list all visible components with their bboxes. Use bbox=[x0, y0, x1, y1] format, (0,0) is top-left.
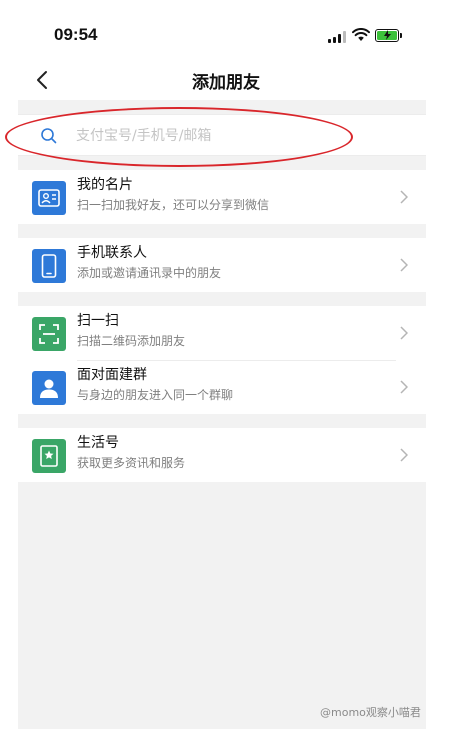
item-subtitle: 扫描二维码添加朋友 bbox=[77, 334, 186, 348]
group-my-card: 我的名片 扫一扫加我好友，还可以分享到微信 bbox=[18, 170, 426, 224]
item-title: 扫一扫 bbox=[77, 313, 119, 329]
group-phone-contacts: 手机联系人 添加或邀请通讯录中的朋友 bbox=[18, 238, 426, 292]
chevron-right-icon bbox=[400, 326, 408, 340]
phone-icon bbox=[32, 249, 66, 283]
screen: 09:54 添加朋友 支付宝号/手机号/邮箱 我的名片 扫一扫加我好友，还可以分… bbox=[0, 0, 452, 729]
bookmark-star-icon bbox=[32, 439, 66, 473]
chevron-right-icon bbox=[400, 258, 408, 272]
group-life-account: 生活号 获取更多资讯和服务 bbox=[18, 428, 426, 482]
status-bar: 09:54 bbox=[0, 0, 452, 60]
group-scan-and-face: 扫一扫 扫描二维码添加朋友 面对面建群 与身边的朋友进入同一个群聊 bbox=[18, 306, 426, 414]
page-title: 添加朋友 bbox=[192, 73, 260, 93]
navigation-bar: 添加朋友 bbox=[0, 60, 452, 100]
item-title: 面对面建群 bbox=[77, 367, 147, 383]
item-subtitle: 获取更多资讯和服务 bbox=[77, 456, 186, 470]
wifi-icon bbox=[352, 28, 370, 41]
list-item-life-account[interactable]: 生活号 获取更多资讯和服务 bbox=[18, 428, 426, 482]
watermark: @momo观察小喵君 bbox=[320, 706, 421, 719]
item-title: 我的名片 bbox=[77, 177, 133, 193]
list-item-my-card[interactable]: 我的名片 扫一扫加我好友，还可以分享到微信 bbox=[18, 170, 426, 224]
business-card-icon bbox=[32, 181, 66, 215]
person-icon bbox=[32, 371, 66, 405]
list-item-face-to-face-group[interactable]: 面对面建群 与身边的朋友进入同一个群聊 bbox=[18, 360, 426, 414]
chevron-right-icon bbox=[400, 190, 408, 204]
cellular-signal-icon bbox=[328, 31, 346, 43]
item-title: 手机联系人 bbox=[77, 245, 147, 261]
search-icon bbox=[41, 128, 57, 144]
search-input[interactable] bbox=[76, 123, 396, 149]
content-area: 我的名片 扫一扫加我好友，还可以分享到微信 手机联系人 bbox=[5, 100, 426, 729]
item-title: 生活号 bbox=[77, 435, 119, 451]
chevron-right-icon bbox=[400, 380, 408, 394]
battery-icon bbox=[375, 29, 402, 42]
item-subtitle: 与身边的朋友进入同一个群聊 bbox=[77, 388, 234, 402]
list-item-phone-contacts[interactable]: 手机联系人 添加或邀请通讯录中的朋友 bbox=[18, 238, 426, 292]
scan-icon bbox=[32, 317, 66, 351]
chevron-right-icon bbox=[400, 448, 408, 462]
list-item-scan[interactable]: 扫一扫 扫描二维码添加朋友 bbox=[18, 306, 426, 360]
status-time: 09:54 bbox=[54, 25, 98, 44]
item-subtitle: 添加或邀请通讯录中的朋友 bbox=[77, 266, 222, 280]
search-box[interactable] bbox=[18, 114, 426, 156]
item-subtitle: 扫一扫加我好友，还可以分享到微信 bbox=[77, 198, 270, 212]
